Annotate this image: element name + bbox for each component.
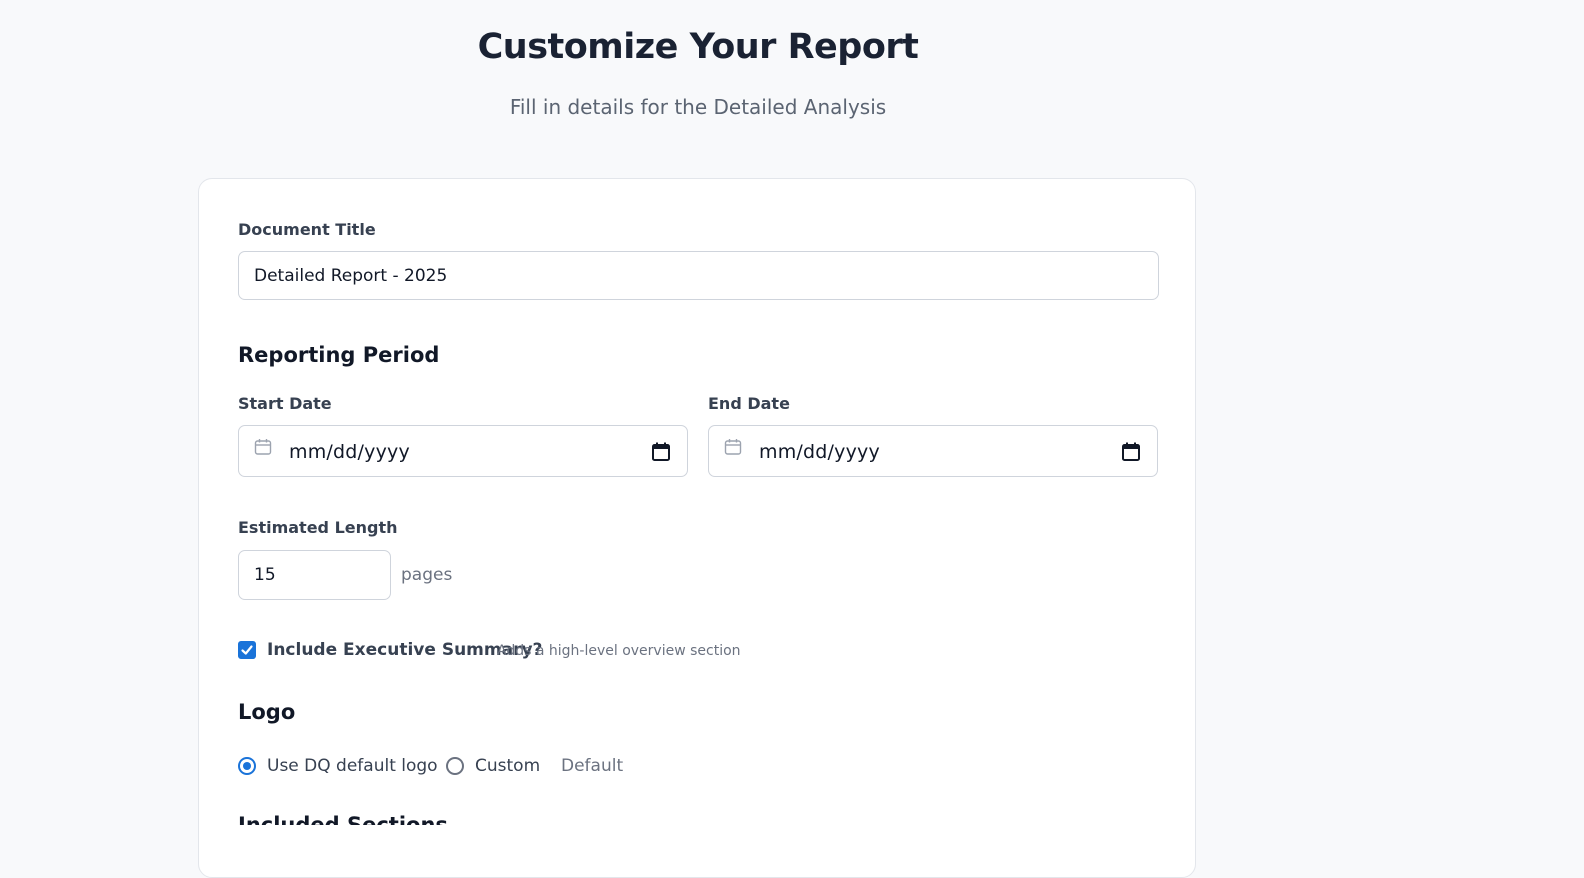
included-sections-heading: Included Sections — [238, 813, 448, 825]
end-date-label: End Date — [708, 394, 790, 413]
document-title-value: Detailed Report - 2025 — [254, 265, 448, 286]
end-date-placeholder: mm/dd/yyyy — [759, 441, 880, 463]
page-header: Customize Your Report Fill in details fo… — [0, 24, 1396, 120]
end-date-input[interactable]: mm/dd/yyyy — [708, 425, 1158, 477]
logo-custom-label[interactable]: Custom — [475, 756, 540, 776]
calendar-picker-icon[interactable] — [652, 442, 670, 465]
page-subtitle: Fill in details for the Detailed Analysi… — [509, 95, 887, 119]
document-title-input[interactable]: Detailed Report - 2025 — [238, 251, 1159, 300]
calendar-icon — [724, 438, 742, 460]
start-date-placeholder: mm/dd/yyyy — [289, 441, 410, 463]
document-title-label: Document Title — [238, 220, 376, 239]
logo-default-radio[interactable] — [238, 757, 256, 775]
calendar-picker-icon[interactable] — [1122, 442, 1140, 465]
start-date-input[interactable]: mm/dd/yyyy — [238, 425, 688, 477]
logo-state-text: Default — [561, 756, 624, 776]
start-date-label: Start Date — [238, 394, 332, 413]
estimated-length-value: 15 — [254, 565, 276, 585]
estimated-length-input[interactable]: 15 — [238, 550, 391, 600]
logo-heading: Logo — [238, 700, 296, 724]
checkmark-icon — [241, 645, 253, 655]
executive-summary-hint: Adds a high-level overview section — [497, 643, 741, 659]
calendar-icon — [254, 438, 272, 460]
executive-summary-checkbox[interactable] — [238, 641, 256, 659]
logo-default-label[interactable]: Use DQ default logo — [267, 756, 438, 776]
reporting-period-heading: Reporting Period — [238, 343, 440, 367]
length-unit-label: pages — [401, 565, 453, 585]
logo-custom-radio[interactable] — [446, 757, 464, 775]
page-title: Customize Your Report — [477, 27, 919, 67]
estimated-length-label: Estimated Length — [238, 518, 398, 537]
